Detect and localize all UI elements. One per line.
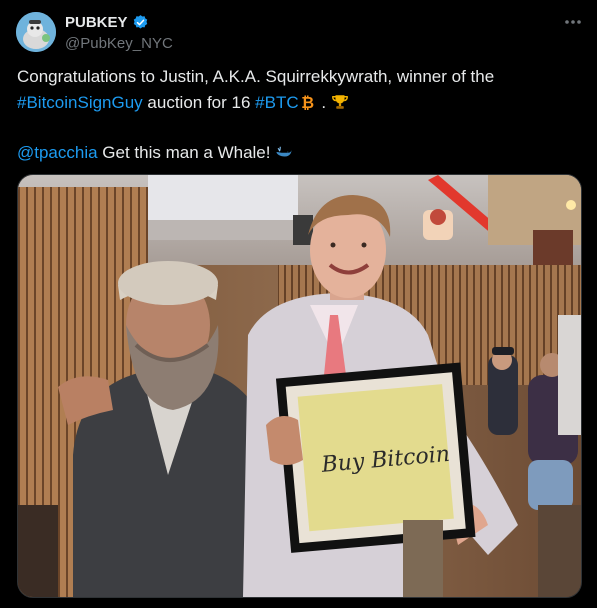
- whale-icon: [276, 146, 292, 157]
- tweet-text-auction: auction for 16: [142, 93, 256, 112]
- tweet-paragraph-1: Congratulations to Justin, A.K.A. Squirr…: [17, 64, 582, 116]
- hashtag-bitcoinsignguy-link[interactable]: #BitcoinSignGuy: [17, 93, 143, 112]
- svg-text:₿: ₿: [301, 93, 314, 111]
- pubkey-avatar-icon: [16, 12, 56, 52]
- trophy-icon: [331, 95, 348, 109]
- author-block: PUBKEY @PubKey_NYC: [65, 12, 173, 54]
- tweet-photo[interactable]: Buy Bitcoin: [17, 174, 582, 598]
- tweet-text-period: .: [316, 93, 331, 112]
- mention-tpacchia-link[interactable]: @tpacchia: [17, 143, 98, 162]
- bitcoin-icon: ₿: [301, 93, 314, 111]
- event-photo-image: Buy Bitcoin: [18, 175, 581, 597]
- display-name[interactable]: PUBKEY: [65, 14, 128, 31]
- more-options-icon: [565, 20, 581, 24]
- hashtag-btc-link[interactable]: #BTC: [255, 93, 298, 112]
- more-options-button[interactable]: [556, 12, 590, 32]
- verified-badge-icon: [133, 14, 147, 29]
- avatar[interactable]: [16, 12, 56, 52]
- name-row: PUBKEY: [65, 12, 173, 32]
- tweet-text-line3: Get this man a Whale!: [97, 143, 276, 162]
- tweet-text: Congratulations to Justin, A.K.A. Squirr…: [17, 64, 582, 166]
- handle[interactable]: @PubKey_NYC: [65, 34, 173, 54]
- tweet-card: PUBKEY @PubKey_NYC Congratulations to Ju…: [0, 0, 597, 608]
- tweet-text-line1: Congratulations to Justin, A.K.A. Squirr…: [17, 67, 495, 86]
- tweet-paragraph-2: @tpacchia Get this man a Whale!: [17, 140, 582, 166]
